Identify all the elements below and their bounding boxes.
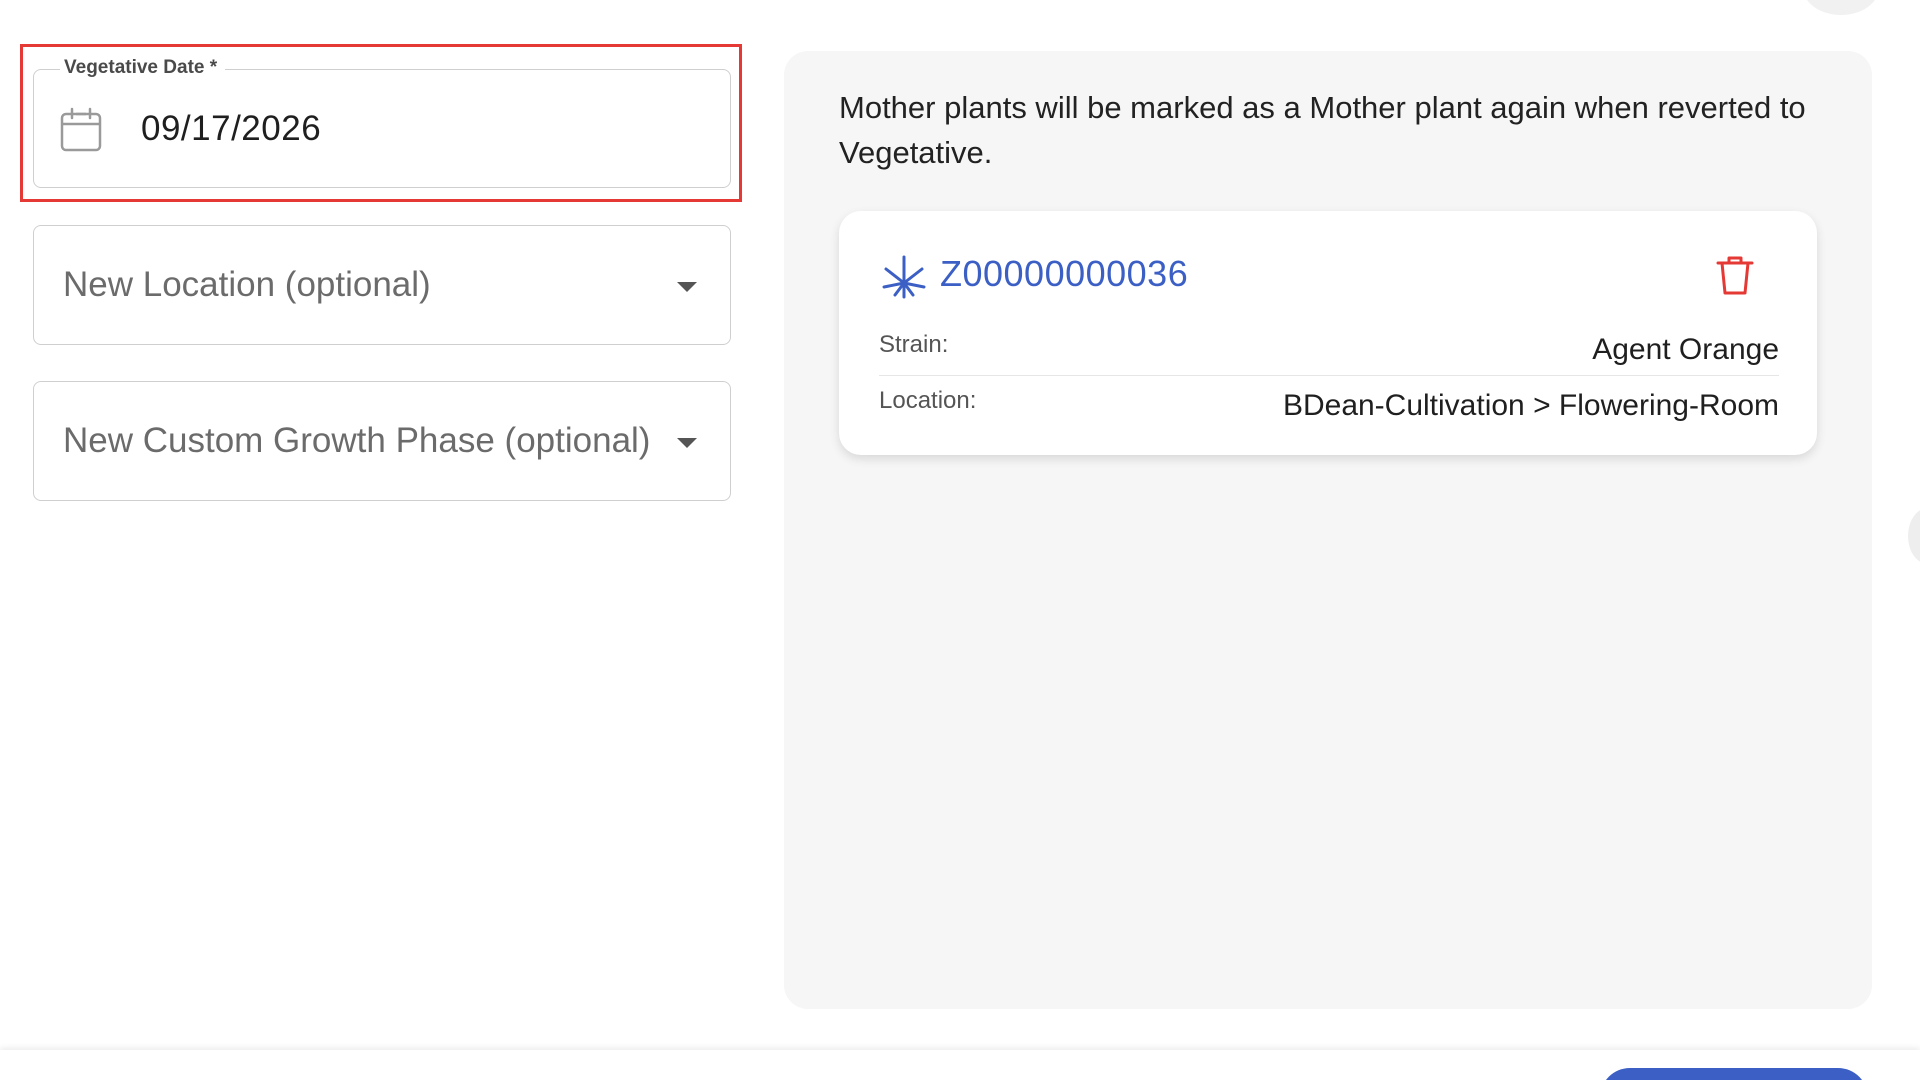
strain-row: Strain: Agent Orange xyxy=(879,321,1779,376)
vegetative-date-label: Vegetative Date * xyxy=(60,57,226,79)
scroll-handle-partial[interactable] xyxy=(1908,508,1920,564)
new-growth-phase-placeholder: New Custom Growth Phase (optional) xyxy=(63,421,651,460)
cannabis-leaf-icon xyxy=(882,255,926,299)
plant-id-link[interactable]: Z00000000036 xyxy=(940,252,1188,296)
trash-icon[interactable] xyxy=(1715,253,1755,297)
caret-down-icon[interactable] xyxy=(677,438,697,448)
new-growth-phase-select[interactable]: New Custom Growth Phase (optional) xyxy=(33,381,731,501)
plant-card: Z00000000036 Strain: Agent Orange Locati… xyxy=(839,211,1817,455)
revert-to-vegetative-dialog: Vegetative Date * 09/17/2026 New Locatio… xyxy=(0,0,1920,1080)
strain-value: Agent Orange xyxy=(1592,333,1779,366)
new-location-placeholder: New Location (optional) xyxy=(63,265,431,304)
location-label: Location: xyxy=(879,387,977,414)
vegetative-date-field[interactable]: Vegetative Date * 09/17/2026 xyxy=(33,57,731,188)
new-location-select[interactable]: New Location (optional) xyxy=(33,225,731,345)
location-value: BDean-Cultivation > Flowering-Room xyxy=(1282,389,1779,422)
vegetative-date-value[interactable]: 09/17/2026 xyxy=(141,108,321,150)
selected-plants-panel: Mother plants will be marked as a Mother… xyxy=(784,51,1872,1009)
calendar-icon[interactable] xyxy=(59,107,103,153)
mother-plant-note: Mother plants will be marked as a Mother… xyxy=(839,90,1806,170)
close-button-partial[interactable] xyxy=(1803,0,1879,15)
caret-down-icon[interactable] xyxy=(677,282,697,292)
location-row: Location: BDean-Cultivation > Flowering-… xyxy=(879,377,1779,431)
strain-label: Strain: xyxy=(879,331,949,358)
submit-button-partial[interactable] xyxy=(1600,1068,1868,1080)
